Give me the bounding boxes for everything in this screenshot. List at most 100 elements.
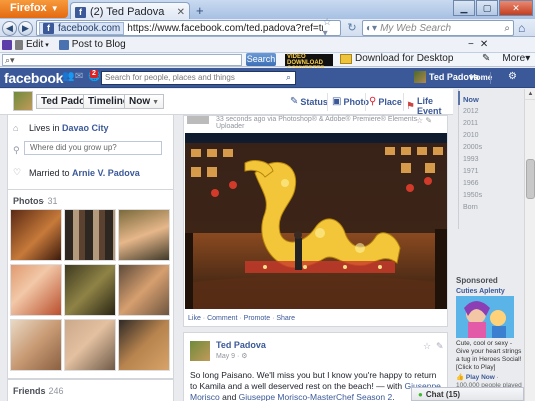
year-item[interactable]: Born (463, 204, 478, 211)
facebook-logo[interactable]: facebook (4, 70, 63, 86)
post-type-photo[interactable]: ▣ Photo (332, 96, 369, 107)
post-timestamp[interactable]: 33 seconds ago via Photoshop® & Adobe® P… (216, 116, 447, 130)
photo-thumbnail[interactable] (64, 209, 116, 261)
year-item[interactable]: 2011 (463, 120, 478, 127)
avatar[interactable] (190, 341, 210, 361)
browser-tab[interactable]: f (2) Ted Padova ✕ (70, 2, 190, 19)
city-link[interactable]: Davao City (62, 123, 109, 133)
comment-link[interactable]: Comment (207, 315, 237, 322)
photos-title[interactable]: Photos (13, 196, 44, 206)
home-link[interactable]: Home (470, 73, 492, 82)
share-link[interactable]: Share (276, 315, 295, 322)
post-type-life-event[interactable]: ⚑ Life Event (406, 96, 453, 116)
play-now-link[interactable]: 👍 Play Now (456, 374, 495, 381)
year-item[interactable]: 2012 (463, 108, 479, 115)
like-link[interactable]: Like (188, 315, 201, 322)
year-item[interactable]: 2010 (463, 132, 479, 139)
year-item[interactable]: 2000s (463, 144, 482, 151)
pencil-icon[interactable]: ✎ (482, 53, 490, 64)
avatar[interactable] (187, 116, 209, 124)
folder-icon (340, 53, 352, 64)
chat-bar[interactable]: ● Chat (15) (411, 387, 524, 401)
friends-box: Friends · 246 (7, 379, 174, 401)
url-text[interactable]: https://www.facebook.com/ted.padova?ref=… (127, 23, 322, 34)
friends-title[interactable]: Friends (13, 386, 46, 396)
tab-title: (2) Ted Padova (90, 6, 165, 18)
post-author[interactable]: Ted Padova (216, 340, 266, 350)
toolbar-search-input[interactable]: ⌕▾ (2, 54, 242, 66)
minimize-toolbar-icon[interactable]: − (468, 39, 474, 50)
messages-icon[interactable]: ✉ (75, 72, 85, 82)
firefox-menu-button[interactable]: Firefox ▼ (0, 0, 68, 18)
close-toolbar-icon[interactable]: ✕ (480, 39, 488, 50)
ad-image[interactable] (456, 296, 514, 338)
menu-post-to-blog[interactable]: Post to Blog (58, 39, 126, 50)
toolbar-search-button[interactable]: Search (246, 53, 276, 66)
photo-thumbnail[interactable] (10, 264, 62, 316)
site-identity-badge[interactable]: f facebook.com (39, 21, 125, 35)
search-icon[interactable]: ⌕ (504, 23, 510, 34)
spouse-link[interactable]: Arnie V. Padova (72, 168, 140, 178)
year-now[interactable]: Now (463, 95, 479, 104)
video-converter-logo[interactable]: VIDEO DOWNLOAD CONVERTER (285, 54, 333, 72)
close-icon[interactable]: ✕ (177, 7, 185, 18)
year-item[interactable]: 1966 (463, 180, 479, 187)
minimize-button[interactable]: ▁ (453, 0, 475, 16)
search-engine-icon[interactable]: ◐▾ (366, 23, 377, 34)
url-bar[interactable]: f facebook.com https://www.facebook.com/t… (36, 17, 341, 39)
new-tab-icon[interactable]: + (196, 3, 204, 18)
post-date[interactable]: May 9 · ⚙ (216, 352, 248, 360)
toolbar-right: ✎ More▾ (476, 53, 530, 64)
download-for-desktop-link[interactable]: Download for Desktop (340, 53, 453, 64)
audience-icon[interactable]: ⚙ (241, 353, 247, 360)
scrollbar-thumb[interactable] (526, 159, 535, 199)
gear-icon[interactable]: ⚙ (508, 71, 517, 82)
location-pin-icon: ⚲ (13, 145, 20, 155)
facebook-search-input[interactable]: Search for people, places and things (101, 71, 296, 85)
web-search-input[interactable]: ◐▾ My Web Search ⌕ (362, 20, 514, 36)
ad-title[interactable]: Cuties Aplenty (456, 288, 505, 295)
addon-menu-bar: Edit ▾ Post to Blog (0, 37, 535, 53)
post-type-status[interactable]: ✎ Status (290, 96, 328, 107)
star-icon[interactable]: ☆ (416, 116, 423, 125)
star-icon[interactable]: ☆ (423, 341, 431, 352)
back-arrow-icon[interactable]: ◀ (2, 21, 17, 36)
post-type-place[interactable]: ⚲ Place (369, 96, 402, 107)
photo-thumbnail[interactable] (64, 319, 116, 371)
pencil-icon[interactable]: ✎ (436, 341, 444, 352)
forward-arrow-icon[interactable]: ▶ (18, 21, 33, 36)
reload-icon[interactable]: ↻ (344, 21, 360, 35)
bookmark-star-icon[interactable]: ☆ ▾ (323, 17, 340, 39)
place-icon: ⚲ (369, 96, 377, 107)
grew-up-input[interactable]: Where did you grow up? (24, 141, 162, 155)
post-photo[interactable] (185, 133, 447, 309)
scrollbar[interactable]: ▲ (524, 89, 535, 401)
photo-thumbnail[interactable] (118, 209, 170, 261)
more-menu[interactable]: More▾ (496, 53, 530, 64)
mention-link[interactable]: Giuseppe Morisco-MasterChef Season 2 (239, 392, 393, 401)
promote-link[interactable]: Promote (244, 315, 270, 322)
photo-thumbnail[interactable] (10, 209, 62, 261)
photo-thumbnail[interactable] (118, 264, 170, 316)
menu-edit[interactable]: Edit ▾ (2, 39, 49, 50)
photo-thumbnail[interactable] (64, 264, 116, 316)
window-controls: ▁ ▢ ✕ (452, 0, 533, 16)
photo-thumbnail[interactable] (118, 319, 170, 371)
home-icon[interactable]: ⌂ (518, 21, 525, 35)
avatar[interactable] (13, 91, 33, 111)
year-item[interactable]: 1950s (463, 192, 482, 199)
scroll-up-arrow-icon[interactable]: ▲ (525, 89, 535, 100)
chevron-down-icon: ▾ (45, 41, 49, 49)
year-item[interactable]: 1971 (463, 168, 479, 175)
friend-requests-icon[interactable]: 👥 (62, 72, 74, 82)
maximize-button[interactable]: ▢ (476, 0, 498, 16)
ad-description[interactable]: Cute, cool or sexy - Give your heart str… (456, 340, 524, 372)
photo-thumbnail[interactable] (10, 319, 62, 371)
close-window-button[interactable]: ✕ (499, 0, 533, 16)
now-dropdown[interactable]: Now ▼ (124, 94, 165, 109)
year-item[interactable]: 1993 (463, 156, 479, 163)
pencil-icon[interactable]: ✎ (425, 116, 432, 125)
photo-post: 33 seconds ago via Photoshop® & Adobe® P… (183, 115, 448, 327)
notification-badge[interactable]: 2 (90, 70, 98, 78)
search-icon[interactable]: ⌕ (286, 72, 291, 83)
